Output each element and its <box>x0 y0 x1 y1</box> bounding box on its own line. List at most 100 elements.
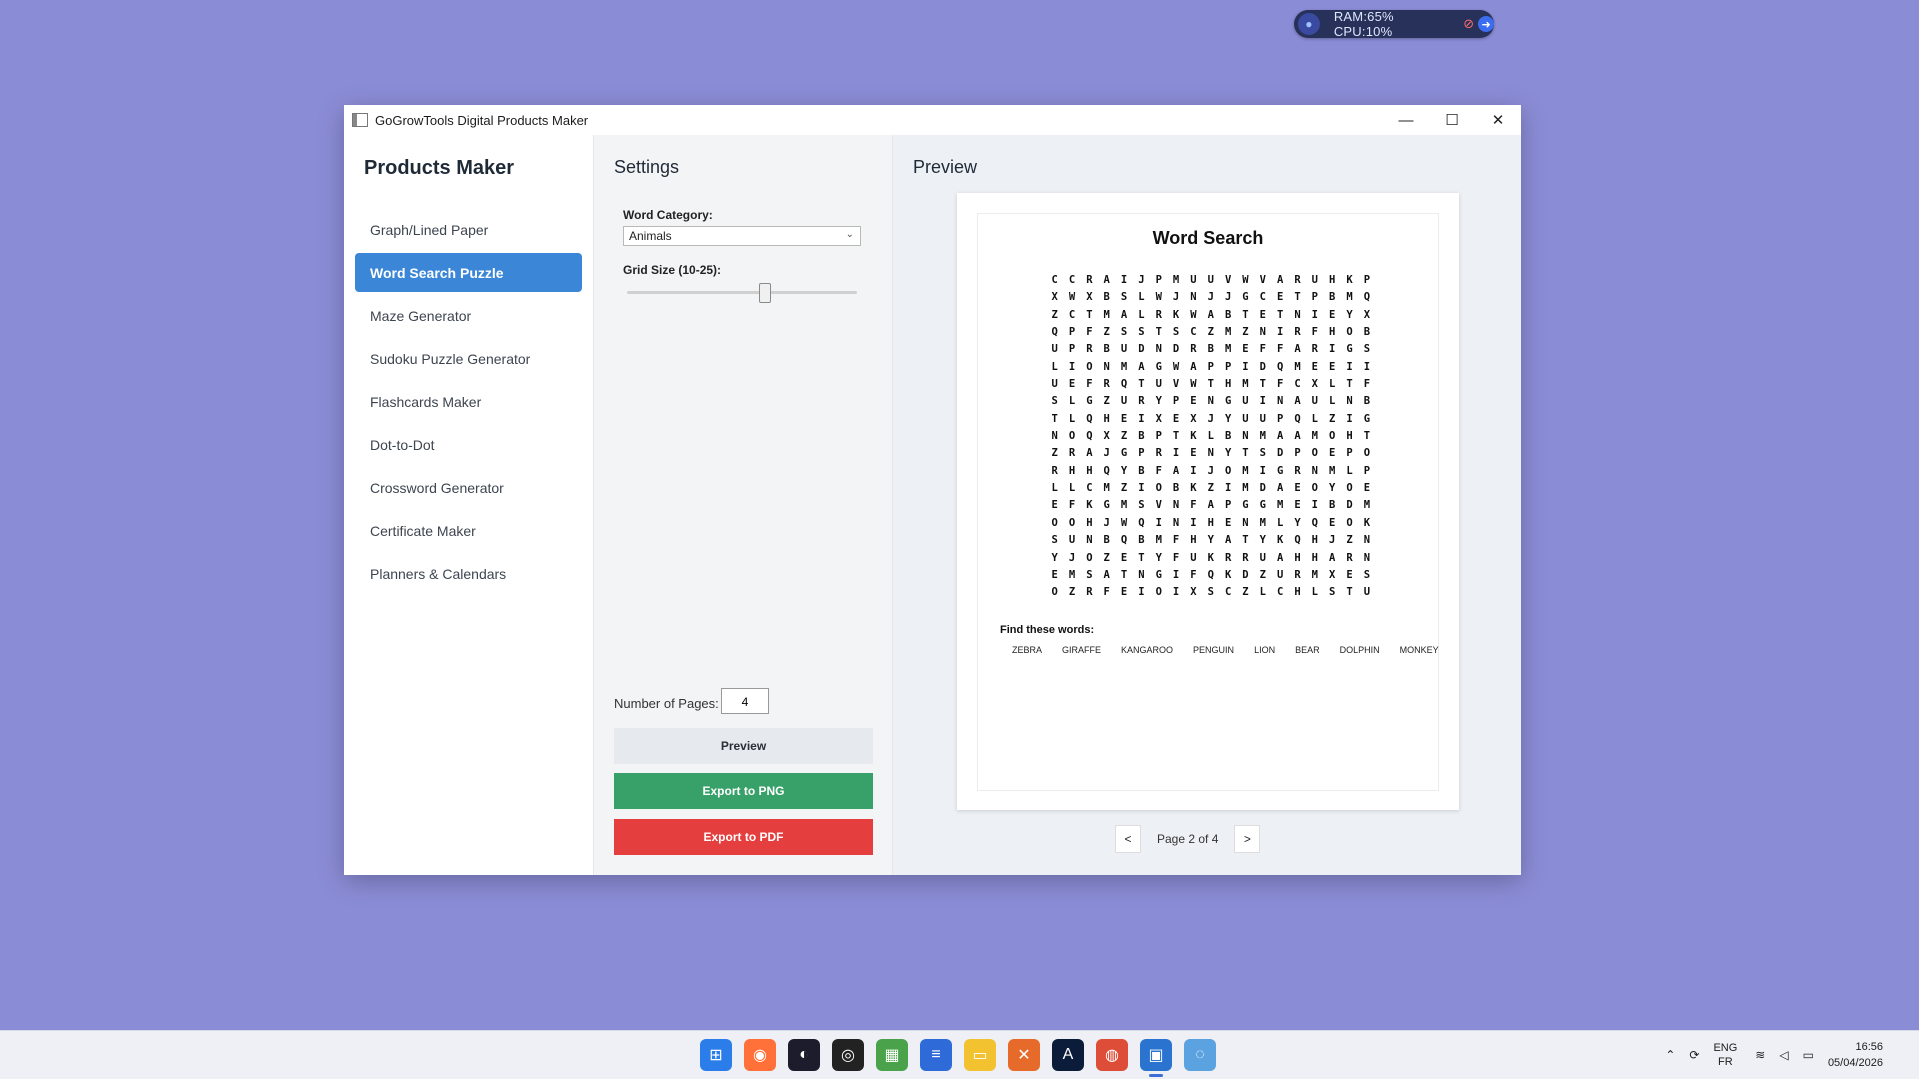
microphone-icon[interactable]: ● <box>1298 13 1320 35</box>
grid-letter: R <box>1086 586 1093 599</box>
grid-letter: C <box>1051 274 1058 286</box>
battery-icon[interactable]: ▭ <box>1803 1048 1814 1062</box>
sidebar-item-maze-generator[interactable]: Maze Generator <box>355 296 582 335</box>
grid-letter: R <box>1294 326 1301 339</box>
grid-letter: P <box>1346 447 1353 460</box>
chrome-icon[interactable]: ◍ <box>1096 1039 1128 1071</box>
grid-letter: S <box>1086 568 1093 581</box>
sync-icon[interactable]: ⟳ <box>1689 1048 1699 1062</box>
grid-letter: D <box>1172 343 1180 356</box>
grid-letter: L <box>1207 430 1214 443</box>
xampp-icon[interactable]: ✕ <box>1008 1039 1040 1071</box>
grid-letter: A <box>1294 343 1301 356</box>
sidebar-item-sudoku-puzzle-generator[interactable]: Sudoku Puzzle Generator <box>355 339 582 378</box>
grid-letter: Z <box>1103 326 1110 339</box>
grid-row: ZRAJGPRIENYTSDPOEPO <box>1046 445 1376 462</box>
export-png-button[interactable]: Export to PNG <box>614 773 873 809</box>
grid-letter: S <box>1172 326 1180 339</box>
grid-letter: T <box>1155 326 1162 339</box>
grid-letter: R <box>1155 447 1162 460</box>
sidebar-item-flashcards-maker[interactable]: Flashcards Maker <box>355 382 582 421</box>
grid-letter: R <box>1224 551 1232 564</box>
start-icon[interactable]: ⊞ <box>700 1039 732 1071</box>
active-app-icon[interactable]: ▣ <box>1140 1039 1172 1077</box>
sidebar-item-planners-calendars[interactable]: Planners & Calendars <box>355 554 582 593</box>
wifi-icon[interactable]: ≋ <box>1755 1048 1765 1062</box>
grid-letter: L <box>1138 308 1145 321</box>
grid-row: EMSATNGIFQKDZURMXES <box>1046 567 1376 584</box>
minimize-button[interactable]: — <box>1383 105 1429 135</box>
sidebar-item-dot-to-dot[interactable]: Dot-to-Dot <box>355 425 582 464</box>
maximize-button[interactable]: ☐ <box>1429 105 1475 135</box>
performance-widget[interactable]: ● RAM:65% CPU:10% ⊘ ➜ <box>1294 9 1494 39</box>
notepad-icon[interactable]: ≡ <box>920 1039 952 1071</box>
word-category-value: Animals <box>629 229 672 243</box>
grid-letter: U <box>1190 551 1197 564</box>
grid-letter: Z <box>1051 308 1058 321</box>
grid-letter: H <box>1190 534 1197 547</box>
grid-letter: L <box>1138 291 1145 304</box>
word-item: ZEBRA <box>1012 645 1043 655</box>
grid-letter: A <box>1190 360 1197 373</box>
grid-letter: O <box>1155 586 1162 599</box>
spreadsheet-icon[interactable]: ▦ <box>876 1039 908 1071</box>
file-explorer-icon[interactable]: ▭ <box>964 1039 996 1071</box>
grid-letter: V <box>1155 499 1162 512</box>
title-bar[interactable]: GoGrowTools Digital Products Maker — ☐ ✕ <box>344 105 1521 135</box>
sidebar-item-crossword-generator[interactable]: Crossword Generator <box>355 468 582 507</box>
globe-icon[interactable]: ◌ <box>1184 1039 1216 1071</box>
chevron-up-icon[interactable]: ⌃ <box>1665 1048 1675 1062</box>
camera-off-icon[interactable]: ⊘ <box>1463 16 1474 32</box>
sidebar-item-certificate-maker[interactable]: Certificate Maker <box>355 511 582 550</box>
grid-letter: I <box>1138 412 1145 425</box>
grid-letter: G <box>1155 568 1162 581</box>
next-page-button[interactable]: > <box>1234 825 1261 853</box>
grid-letter: M <box>1276 499 1284 512</box>
grid-letter: Y <box>1155 551 1162 564</box>
grid-letter: E <box>1051 499 1058 512</box>
volume-icon[interactable]: ◁ <box>1779 1048 1788 1062</box>
editor-icon[interactable]: A <box>1052 1039 1084 1071</box>
grid-letter: V <box>1172 378 1180 391</box>
language-indicator[interactable]: ENG FR <box>1713 1041 1737 1069</box>
grid-letter: Y <box>1224 447 1232 460</box>
grid-letter: M <box>1242 378 1249 391</box>
close-button[interactable]: ✕ <box>1475 105 1521 135</box>
preview-button[interactable]: Preview <box>614 728 873 764</box>
grid-row: LLCMZIOBKZIMDAEOYOE <box>1046 480 1376 497</box>
grid-letter: F <box>1086 326 1093 339</box>
clock[interactable]: 16:56 05/04/2026 <box>1828 1039 1883 1071</box>
grid-letter: B <box>1138 430 1145 443</box>
sidebar-item-word-search-puzzle[interactable]: Word Search Puzzle <box>355 253 582 292</box>
grid-row: UEFRQTUVWTHMTFCXLTF <box>1046 376 1376 393</box>
word-category-select[interactable]: Animals ⌄ <box>623 226 861 246</box>
grid-letter: H <box>1103 412 1110 425</box>
firefox-icon[interactable]: ◉ <box>744 1039 776 1071</box>
grid-letter: D <box>1346 499 1353 512</box>
grid-letter: A <box>1276 274 1284 286</box>
grid-letter: Y <box>1329 482 1336 495</box>
grid-letter: A <box>1276 551 1284 564</box>
grid-size-slider-thumb[interactable] <box>759 283 771 303</box>
grid-letter: A <box>1207 499 1214 512</box>
grid-letter: T <box>1276 308 1284 321</box>
obs-icon[interactable]: ◎ <box>832 1039 864 1071</box>
grid-letter: T <box>1138 551 1145 564</box>
grid-letter: T <box>1363 430 1371 443</box>
grid-letter: P <box>1224 360 1232 373</box>
grid-size-slider-track[interactable] <box>627 291 857 294</box>
export-pdf-button[interactable]: Export to PDF <box>614 819 873 855</box>
grid-letter: J <box>1068 551 1076 564</box>
arrow-right-icon[interactable]: ➜ <box>1478 16 1494 32</box>
pages-input[interactable]: 4 <box>721 688 769 714</box>
grid-letter: C <box>1276 586 1284 599</box>
grid-letter: O <box>1155 482 1162 495</box>
grid-letter: H <box>1311 534 1318 547</box>
grid-letter: F <box>1190 568 1197 581</box>
grid-letter: M <box>1311 568 1318 581</box>
prev-page-button[interactable]: < <box>1115 825 1141 853</box>
grid-letter: C <box>1294 378 1301 391</box>
letter-grid: CCRAIJPMUUVWVARUHKPXWXBSLWJNJJGCETPBMQZC… <box>1046 272 1376 602</box>
sidebar-item-graph-lined-paper[interactable]: Graph/Lined Paper <box>355 210 582 249</box>
app-icon-dark[interactable]: ◐ <box>788 1039 820 1071</box>
